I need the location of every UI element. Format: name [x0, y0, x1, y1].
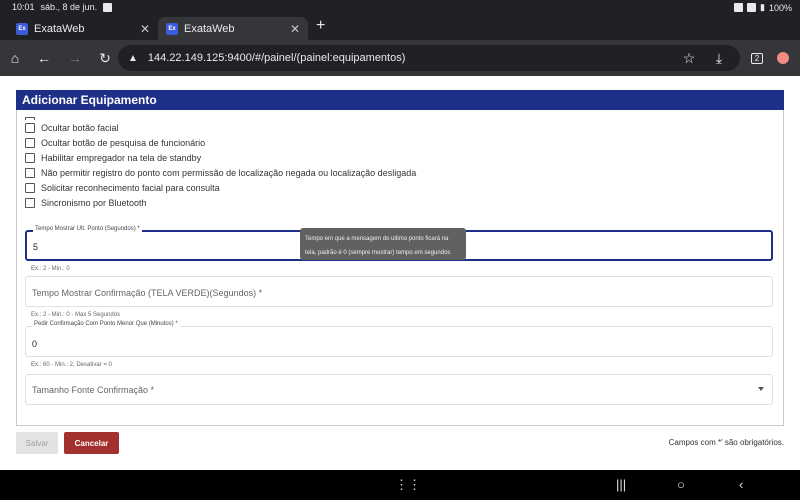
save-button[interactable]: Salvar: [16, 432, 58, 454]
app-drawer-icon[interactable]: ⋮⋮: [395, 477, 421, 493]
tab-switcher-button[interactable]: 2: [747, 48, 767, 68]
checkbox[interactable]: [25, 152, 35, 163]
checkbox[interactable]: [25, 182, 35, 193]
checkbox[interactable]: [25, 197, 35, 208]
download-icon[interactable]: ⤓: [709, 48, 729, 68]
field-hint: Ex.: 2 - Min.: 0: [31, 266, 70, 272]
required-fields-note: Campos com *' são obrigatórios.: [668, 438, 784, 447]
tab-label: ExataWeb: [34, 22, 85, 35]
system-nav-bar: ⋮⋮ ||| ○ ‹: [0, 470, 800, 500]
url-text: 144.22.149.125:9400/#/painel/(painel:equ…: [147, 52, 406, 64]
not-secure-icon[interactable]: ▲: [128, 53, 138, 64]
checkbox-sincronismo-bluetooth[interactable]: Sincronismo por Bluetooth: [25, 195, 416, 210]
checkbox-habilitar-empregador[interactable]: Habilitar empregador na tela de standby: [25, 150, 416, 165]
back-icon[interactable]: ←: [34, 48, 54, 68]
dialog-body[interactable]: Ocultar botão facial Ocultar botão de pe…: [16, 110, 784, 426]
checkbox-ocultar-botao-facial[interactable]: Ocultar botão facial: [25, 120, 416, 135]
browser-toolbar: ⌂ ← → ↻ ▲ 144.22.149.125:9400/#/painel/(…: [0, 40, 800, 76]
notification-icon: [103, 2, 113, 12]
field-value: 0: [32, 339, 38, 349]
tab-bar: Ex ExataWeb ✕ Ex ExataWeb ✕ +: [0, 14, 800, 40]
field-placeholder: Tempo Mostrar Confirmação (TELA VERDE)(S…: [32, 288, 263, 298]
page-content: Adicionar Equipamento Ocultar botão faci…: [0, 76, 800, 470]
dropdown-caret-icon: [758, 387, 764, 391]
exata-favicon-icon: Ex: [166, 22, 178, 35]
field-placeholder: Tamanho Fonte Confirmação *: [32, 385, 155, 395]
options-checklist: Ocultar botão facial Ocultar botão de pe…: [25, 114, 416, 210]
field-label: Pedir Confirmação Com Ponto Menor Que (M…: [32, 321, 180, 327]
checkbox-reconhecimento-facial[interactable]: Solicitar reconhecimento facial para con…: [25, 180, 416, 195]
tab-label: ExataWeb: [184, 22, 235, 35]
address-bar[interactable]: ▲ 144.22.149.125:9400/#/painel/(painel:e…: [118, 45, 740, 71]
status-date: sáb., 8 de jun.: [40, 2, 98, 12]
battery-icon: ▮: [760, 2, 765, 12]
new-tab-icon[interactable]: +: [316, 17, 325, 35]
tab-exataweb-2[interactable]: Ex ExataWeb ✕: [158, 17, 308, 40]
close-tab-icon[interactable]: ✕: [140, 22, 150, 36]
close-tab-icon[interactable]: ✕: [290, 22, 300, 36]
recents-icon[interactable]: |||: [616, 477, 626, 492]
pedir-confirmacao-field[interactable]: Pedir Confirmação Com Ponto Menor Que (M…: [25, 321, 773, 357]
field-tooltip: Tempo em que a mensagem do ultimo ponto …: [300, 228, 466, 260]
status-time: 10:01: [12, 2, 35, 12]
profile-avatar[interactable]: [773, 48, 793, 68]
back-nav-icon[interactable]: ‹: [739, 477, 743, 492]
checkbox[interactable]: [25, 122, 35, 133]
tab-exataweb-1[interactable]: Ex ExataWeb ✕: [8, 17, 158, 40]
home-icon[interactable]: ⌂: [5, 48, 25, 68]
dialog-actions: Salvar Cancelar Campos com *' são obriga…: [16, 432, 784, 456]
battery-level: 100%: [768, 2, 792, 13]
forward-icon[interactable]: →: [65, 48, 85, 68]
cancel-button[interactable]: Cancelar: [64, 432, 119, 454]
bookmark-star-icon[interactable]: ☆: [679, 48, 699, 68]
field-hint: Ex.: 60 - Min.: 2, Desativar = 0: [31, 362, 112, 368]
wifi-icon: [734, 3, 744, 12]
checkbox[interactable]: [25, 167, 35, 178]
checkbox-ocultar-pesquisa-funcionario[interactable]: Ocultar botão de pesquisa de funcionário: [25, 135, 416, 150]
field-hint: Ex.: 2 - Min.: 0 - Max 5 Segundos: [31, 312, 121, 318]
status-bar: 10:01 sáb., 8 de jun. ▮ 100%: [0, 0, 800, 14]
reload-icon[interactable]: ↻: [95, 48, 115, 68]
checkbox-nao-permitir-localizacao[interactable]: Não permitir registro do ponto com permi…: [25, 165, 416, 180]
tamanho-fonte-select[interactable]: Tamanho Fonte Confirmação *: [25, 374, 773, 405]
field-value: 5: [33, 242, 39, 252]
dialog-title: Adicionar Equipamento: [16, 90, 784, 110]
mute-icon: [747, 3, 757, 12]
checkbox[interactable]: [25, 137, 35, 148]
home-nav-icon[interactable]: ○: [677, 477, 685, 492]
exata-favicon-icon: Ex: [16, 22, 28, 35]
field-label: Tempo Mostrar Ult. Ponto (Segundos) *: [33, 226, 142, 232]
tempo-confirmacao-field[interactable]: Tempo Mostrar Confirmação (TELA VERDE)(S…: [25, 276, 773, 307]
